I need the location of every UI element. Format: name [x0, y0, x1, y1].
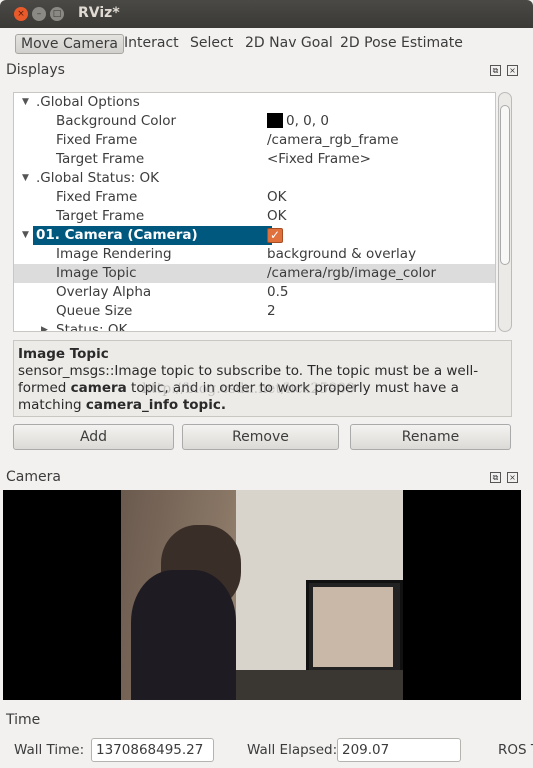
expand-triangle-icon[interactable]: ▼	[22, 226, 29, 245]
tree-row-global-options[interactable]: ▼ .Global Options	[14, 93, 495, 112]
wall-time-field[interactable]: 1370868495.27	[91, 738, 214, 762]
tree-row-background-color[interactable]: Background Color 0, 0, 0	[14, 112, 495, 131]
tree-row-global-status[interactable]: ▼ .Global Status: OK	[14, 169, 495, 188]
expand-triangle-icon[interactable]: ▼	[22, 169, 29, 188]
tree-row-overlay-alpha[interactable]: Overlay Alpha 0.5	[14, 283, 495, 302]
add-button[interactable]: Add	[13, 424, 174, 450]
tree-row-image-rendering[interactable]: Image Rendering background & overlay	[14, 245, 495, 264]
displays-panel-title: Displays	[6, 62, 65, 78]
collapsed-triangle-icon[interactable]: ▶	[41, 321, 48, 331]
camera-image	[121, 490, 403, 700]
wall-elapsed-field[interactable]: 209.07	[337, 738, 461, 762]
rename-button[interactable]: Rename	[350, 424, 511, 450]
close-panel-icon[interactable]: ×	[507, 472, 518, 483]
expand-triangle-icon[interactable]: ▼	[22, 93, 29, 112]
close-panel-icon[interactable]: ×	[507, 65, 518, 76]
tree-row-status[interactable]: ▶ Status: OK	[14, 321, 495, 331]
tree-row-image-topic[interactable]: Image Topic/camera/rgb/image_color	[14, 264, 495, 283]
camera-panel-title: Camera	[6, 469, 61, 485]
undock-icon[interactable]: ⧉	[490, 472, 501, 483]
tool-2d-nav-goal[interactable]: 2D Nav Goal	[240, 34, 338, 54]
color-swatch[interactable]	[267, 113, 283, 128]
title-bar: × – □ RViz*	[0, 0, 533, 28]
wall-elapsed-label: Wall Elapsed:	[247, 742, 338, 758]
tool-interact[interactable]: Interact	[119, 34, 184, 54]
tree-row-status-target-frame[interactable]: Target Frame OK	[14, 207, 495, 226]
tree-row-queue-size[interactable]: Queue Size 2	[14, 302, 495, 321]
property-description: Image Topic sensor_msgs::Image topic to …	[13, 340, 512, 417]
tree-scrollbar[interactable]	[498, 92, 512, 332]
tool-select[interactable]: Select	[185, 34, 238, 54]
remove-button[interactable]: Remove	[182, 424, 339, 450]
minimize-window-button[interactable]: –	[32, 7, 46, 21]
watermark: http://blog.csdn.net/hcx25909	[142, 381, 356, 397]
window-title: RViz*	[78, 5, 120, 21]
tool-2d-pose-estimate[interactable]: 2D Pose Estimate	[335, 34, 468, 54]
close-window-button[interactable]: ×	[14, 7, 28, 21]
wall-time-label: Wall Time:	[14, 742, 85, 758]
tree-row-status-fixed-frame[interactable]: Fixed Frame OK	[14, 188, 495, 207]
time-panel-title: Time	[6, 712, 41, 728]
background-color-value[interactable]: 0, 0, 0	[267, 112, 329, 131]
tree-row-fixed-frame[interactable]: Fixed Frame/camera_rgb_frame	[14, 131, 495, 150]
undock-icon[interactable]: ⧉	[490, 65, 501, 76]
maximize-window-button[interactable]: □	[50, 7, 64, 21]
displays-tree[interactable]: ▼ .Global Options Background Color 0, 0, 0…	[13, 92, 496, 332]
ros-time-label: ROS T	[498, 742, 533, 758]
tree-row-camera[interactable]: ▼ 01. Camera (Camera) ✓	[14, 226, 495, 245]
enabled-checkbox[interactable]: ✓	[267, 228, 283, 243]
tree-row-target-frame[interactable]: Target Frame <Fixed Frame>	[14, 150, 495, 169]
scrollbar-thumb[interactable]	[500, 105, 510, 265]
tool-move-camera[interactable]: Move Camera	[15, 34, 124, 54]
